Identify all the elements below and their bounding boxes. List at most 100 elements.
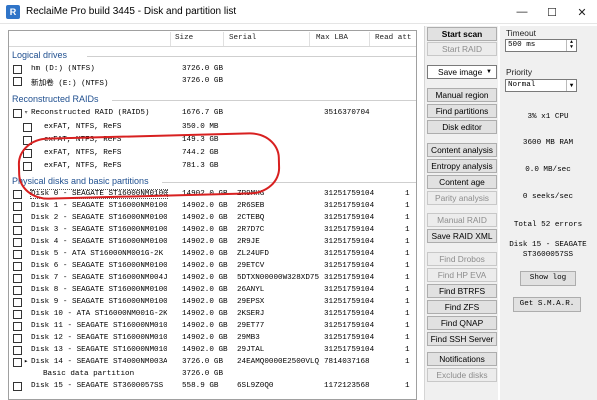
get-smart-button[interactable]: Get S.M.A.R. [513, 297, 581, 312]
row-checkbox[interactable] [13, 226, 22, 235]
find-qnap-button[interactable]: Find QNAP [427, 316, 497, 330]
app-icon: R [6, 4, 20, 19]
timeout-label: Timeout [506, 28, 536, 38]
expand-icon[interactable]: ▿ [24, 108, 28, 117]
maximize-button[interactable]: ☐ [537, 0, 567, 24]
column-size[interactable]: Size [175, 34, 193, 42]
table-row[interactable]: Disk 5 - ATA ST16000NM001G-2K 14902.0 GB… [9, 249, 416, 261]
row-checkbox[interactable] [23, 162, 32, 171]
start-scan-button[interactable]: Start scan [427, 27, 497, 41]
status-panel: Timeout 500 ms ▲ ▼ Priority Normal ▼ 3% x… [500, 26, 597, 400]
table-row[interactable]: Disk 4 - SEAGATE ST16000NM0100 14902.0 G… [9, 237, 416, 249]
table-row[interactable]: Disk 2 - SEAGATE ST16000NM0100 14902.0 G… [9, 213, 416, 225]
timeout-input[interactable]: 500 ms ▲ ▼ [505, 39, 577, 52]
row-checkbox[interactable] [13, 322, 22, 331]
list-item[interactable]: 新加卷 (E:) (NTFS) 3726.0 GB [9, 76, 416, 88]
parity-analysis-button[interactable]: Parity analysis [427, 191, 497, 205]
find-btrfs-button[interactable]: Find BTRFS [427, 284, 497, 298]
row-checkbox[interactable] [13, 358, 22, 367]
row-checkbox[interactable] [13, 109, 22, 118]
close-button[interactable]: ✕ [567, 0, 597, 24]
minimize-button[interactable]: — [507, 0, 537, 24]
save-image-select[interactable]: Save image ▼ [427, 65, 497, 79]
read-speed: 0.0 MB/sec [525, 166, 571, 174]
find-ssh-server-button[interactable]: Find SSH Server [427, 332, 497, 346]
content-age-button[interactable]: Content age [427, 175, 497, 189]
notifications-button[interactable]: Notifications [427, 352, 497, 366]
priority-label: Priority [506, 67, 533, 77]
window-title: ReclaiMe Pro build 3445 - Disk and parti… [26, 6, 237, 17]
action-panel: Start scan Start RAID Save image ▼ Manual… [424, 26, 498, 400]
error-count: Total 52 errors [513, 221, 583, 229]
row-checkbox[interactable] [13, 346, 22, 355]
content-analysis-button[interactable]: Content analysis [427, 143, 497, 157]
list-item[interactable]: exFAT, NTFS, ReFS 149.3 GB [9, 135, 416, 147]
list-item[interactable]: hm (D:) (NTFS) 3726.0 GB [9, 64, 416, 76]
table-row[interactable]: Disk 9 - SEAGATE ST16000NM0100 14902.0 G… [9, 297, 416, 309]
group-physical-disks: Physical disks and basic partitions [12, 176, 149, 186]
row-checkbox[interactable] [13, 214, 22, 223]
list-item[interactable]: exFAT, NTFS, ReFS 350.0 MB [9, 122, 416, 134]
start-raid-button[interactable]: Start RAID [427, 42, 497, 56]
column-serial[interactable]: Serial [229, 34, 256, 42]
current-disk-line2: ST3600057SS [522, 251, 574, 259]
current-disk-line1: Disk 15 - SEAGATE [509, 241, 587, 249]
show-log-button[interactable]: Show log [520, 271, 576, 286]
list-item[interactable]: ▿ Reconstructed RAID (RAID5) 1676.7 GB 3… [9, 108, 416, 120]
manual-raid-button[interactable]: Manual RAID [427, 213, 497, 227]
row-checkbox[interactable] [13, 274, 22, 283]
row-checkbox[interactable] [13, 298, 22, 307]
list-header: Size Serial Max LBA Read att [9, 31, 416, 47]
row-checkbox[interactable] [23, 136, 32, 145]
table-row[interactable]: ▸ Disk 14 - SEAGATE ST4000NM003A 3726.0 … [9, 357, 416, 369]
row-checkbox[interactable] [13, 262, 22, 271]
table-row[interactable]: Disk 6 - SEAGATE ST16000NM0100 14902.0 G… [9, 261, 416, 273]
ram-usage: 3600 MB RAM [522, 139, 574, 147]
group-logical-drives: Logical drives [12, 50, 68, 60]
table-row[interactable]: Disk 13 - SEAGATE ST16000NM0100 14902.0 … [9, 345, 416, 357]
table-row[interactable]: Disk 7 - SEAGATE ST16000NM004J 14902.0 G… [9, 273, 416, 285]
row-checkbox[interactable] [13, 382, 22, 391]
row-checkbox[interactable] [13, 65, 22, 74]
row-checkbox[interactable] [13, 238, 22, 247]
expand-icon[interactable]: ▸ [24, 357, 28, 366]
save-raid-xml-button[interactable]: Save RAID XML [427, 229, 497, 243]
table-row[interactable]: Disk 8 - SEAGATE ST16000NM0100 14902.0 G… [9, 285, 416, 297]
list-item[interactable]: exFAT, NTFS, ReFS 781.3 GB [9, 161, 416, 173]
disk-editor-button[interactable]: Disk editor [427, 120, 497, 134]
chevron-down-icon: ▼ [486, 69, 492, 75]
table-row[interactable]: Disk 10 - ATA ST16000NM001G-2K 14902.0 G… [9, 309, 416, 321]
column-max-lba[interactable]: Max LBA [316, 34, 348, 42]
row-checkbox[interactable] [13, 334, 22, 343]
row-checkbox[interactable] [13, 190, 22, 199]
table-row[interactable]: Disk 0 - SEAGATE ST16000NM0100 14902.0 G… [9, 189, 416, 201]
chevron-down-icon: ▼ [566, 80, 576, 91]
table-row[interactable]: Disk 3 - SEAGATE ST16000NM0100 14902.0 G… [9, 225, 416, 237]
disk-partition-list[interactable]: Size Serial Max LBA Read att Logical dri… [8, 30, 417, 400]
manual-region-button[interactable]: Manual region [427, 88, 497, 102]
exclude-disks-button[interactable]: Exclude disks [427, 368, 497, 382]
row-checkbox[interactable] [23, 123, 32, 132]
row-checkbox[interactable] [13, 310, 22, 319]
seek-rate: 0 seeks/sec [522, 193, 574, 201]
table-row[interactable]: Disk 11 - SEAGATE ST16000NM0100 14902.0 … [9, 321, 416, 333]
row-checkbox[interactable] [23, 149, 32, 158]
column-read-attempts[interactable]: Read att [375, 34, 411, 42]
row-checkbox[interactable] [13, 77, 22, 86]
table-row[interactable]: Disk 1 - SEAGATE ST16000NM0100 14902.0 G… [9, 201, 416, 213]
priority-select[interactable]: Normal ▼ [505, 79, 577, 92]
row-checkbox[interactable] [13, 250, 22, 259]
row-checkbox[interactable] [13, 202, 22, 211]
find-zfs-button[interactable]: Find ZFS [427, 300, 497, 314]
spinner-icon[interactable]: ▲ ▼ [566, 40, 576, 51]
row-checkbox[interactable] [13, 286, 22, 295]
find-drobos-button[interactable]: Find Drobos [427, 252, 497, 266]
table-row[interactable]: Disk 12 - SEAGATE ST16000NM0100 14902.0 … [9, 333, 416, 345]
find-partitions-button[interactable]: Find partitions [427, 104, 497, 118]
entropy-analysis-button[interactable]: Entropy analysis [427, 159, 497, 173]
find-hp-eva-button[interactable]: Find HP EVA [427, 268, 497, 282]
group-reconstructed-raids: Reconstructed RAIDs [12, 94, 99, 104]
list-item[interactable]: exFAT, NTFS, ReFS 744.2 GB [9, 148, 416, 160]
table-row[interactable]: Disk 15 - SEAGATE ST3600057SS 558.9 GB 6… [9, 381, 416, 393]
table-row[interactable]: Basic data partition 3726.0 GB [9, 369, 416, 381]
